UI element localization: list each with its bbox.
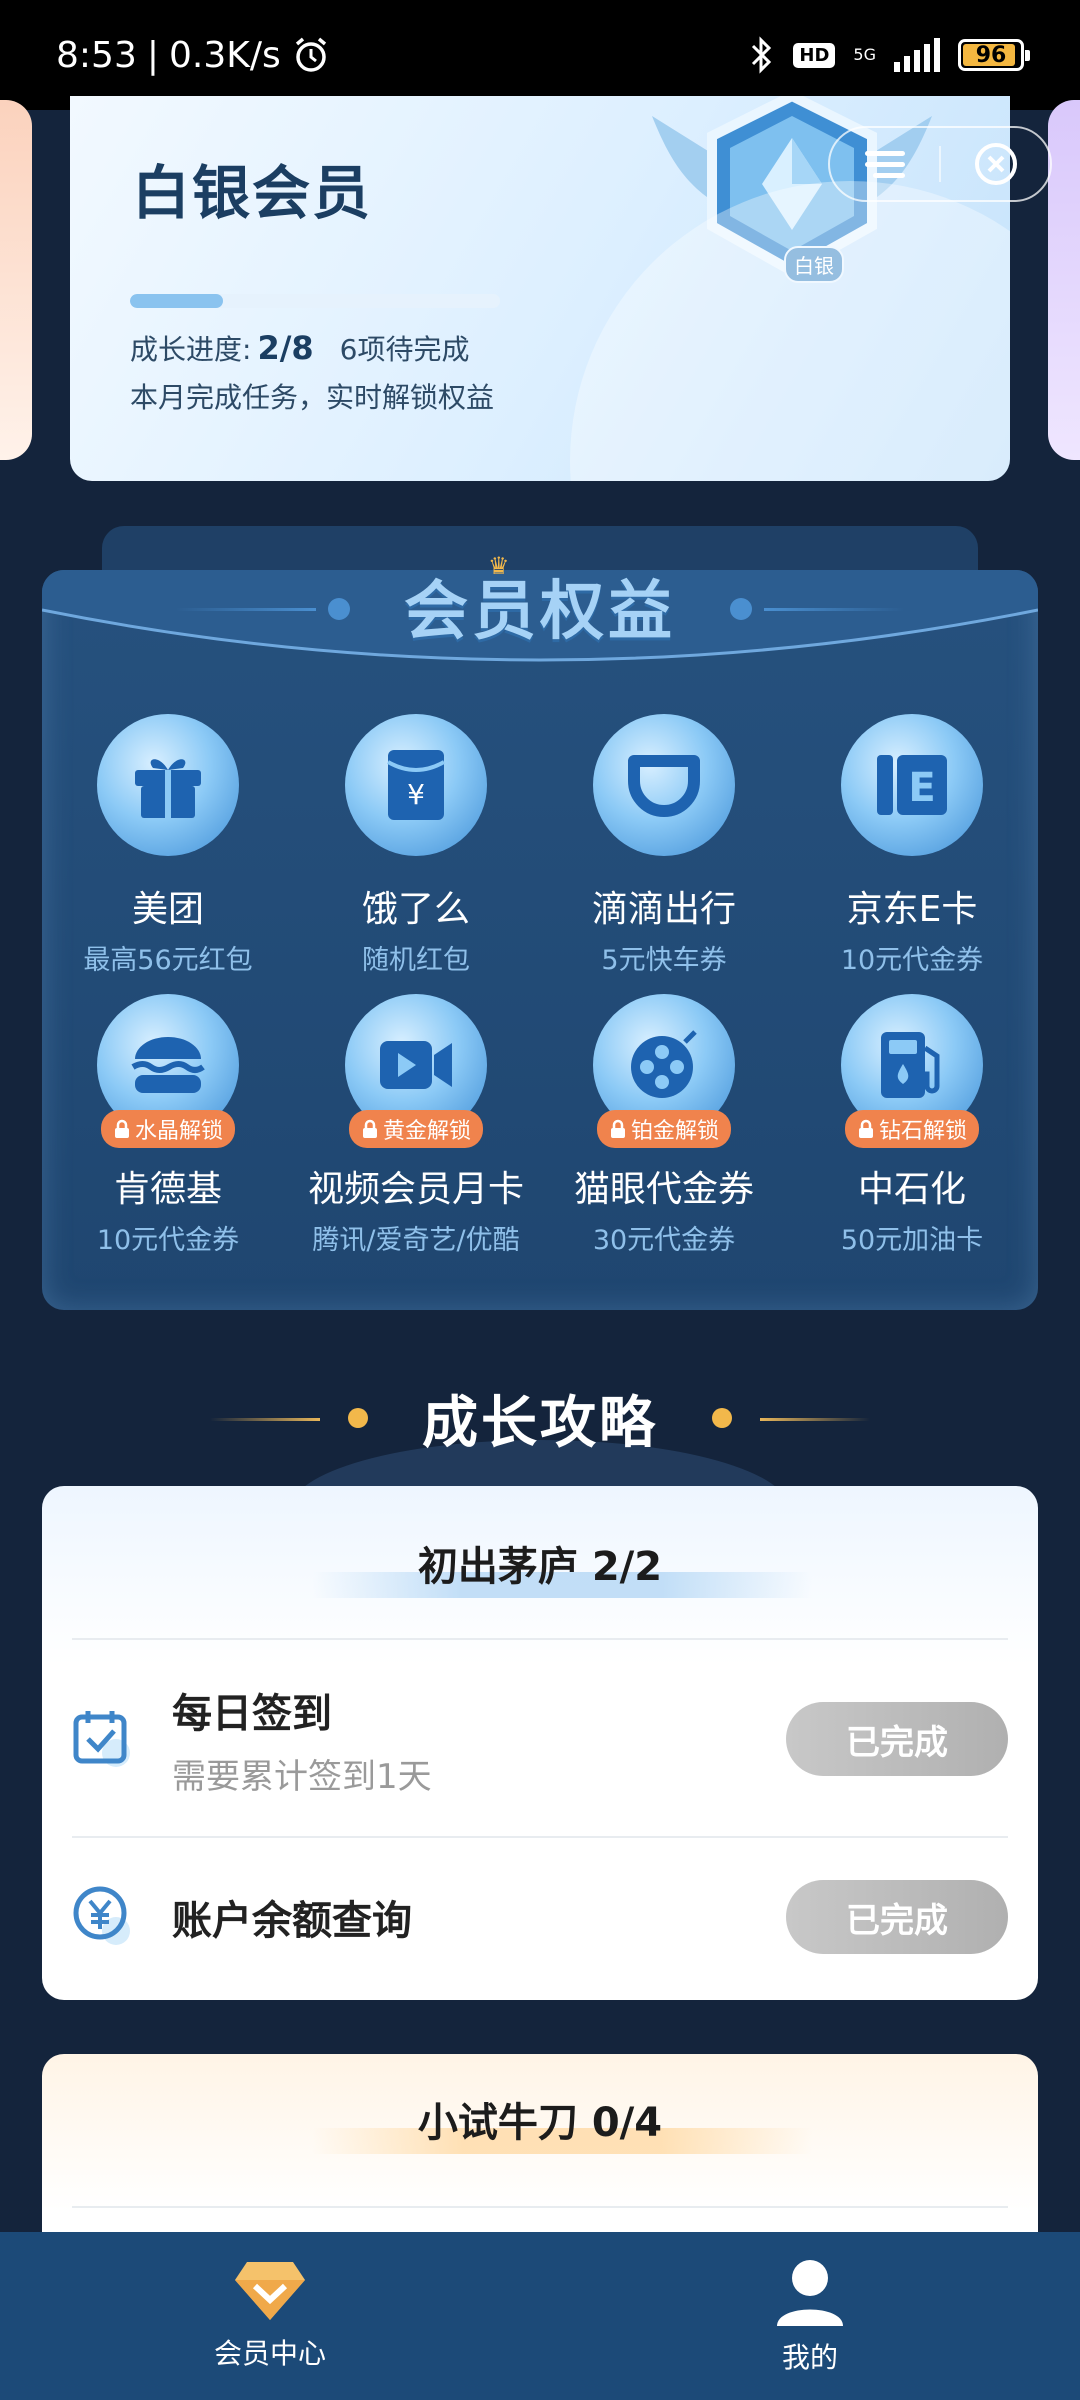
growth-title: 成长攻略 — [422, 1391, 658, 1456]
hd-badge: HD — [793, 42, 836, 68]
close-button[interactable] — [941, 128, 1050, 200]
svg-text:¥: ¥ — [407, 778, 425, 811]
benefit-desc: 10元代金券 — [96, 1225, 240, 1256]
growth-progress-fill — [130, 294, 223, 308]
benefit-name: 京东E卡 — [846, 889, 978, 930]
burger-icon — [131, 1037, 205, 1093]
benefit-desc: 最高56元红包 — [83, 945, 253, 976]
benefit-desc: 10元代金券 — [840, 945, 984, 976]
progress-value: 2/8 — [257, 329, 314, 367]
film-reel-icon — [631, 1030, 697, 1098]
lock-icon — [858, 1119, 873, 1138]
benefit-kfc[interactable]: 水晶解锁 肯德基 10元代金券 — [44, 994, 292, 1257]
lock-icon — [610, 1119, 625, 1138]
task-done-button[interactable]: 已完成 — [786, 1702, 1008, 1776]
benefits-title: 会员权益 — [404, 575, 676, 649]
benefit-name: 肯德基 — [113, 1169, 222, 1210]
benefit-jd-ecard[interactable]: E 京东E卡 10元代金券 — [788, 714, 1036, 977]
task-row-balance-query: 账户余额查询 已完成 — [72, 1842, 1008, 1992]
lock-badge: 钻石解锁 — [844, 1110, 980, 1148]
status-net-speed: 0.3K/s — [168, 34, 281, 76]
benefit-sinopec[interactable]: 钻石解锁 中石化 50元加油卡 — [788, 994, 1036, 1257]
benefit-name: 饿了么 — [361, 889, 470, 930]
growth-progress-text: 成长进度: 2/8 6项待完成 — [130, 328, 469, 368]
calendar-check-icon — [73, 1711, 130, 1767]
more-menu-button[interactable] — [830, 128, 939, 200]
task-done-button[interactable]: 已完成 — [786, 1880, 1008, 1954]
bluetooth-icon — [752, 36, 772, 74]
lock-badge: 水晶解锁 — [100, 1110, 236, 1148]
signal-icon — [894, 38, 940, 72]
task-name: 每日签到 — [172, 1690, 332, 1737]
badge-label: 白银 — [784, 246, 844, 283]
benefit-name: 猫眼代金券 — [573, 1169, 754, 1210]
benefit-name: 视频会员月卡 — [307, 1169, 524, 1210]
benefit-desc: 50元加油卡 — [840, 1225, 984, 1256]
network-type: 5G — [853, 45, 876, 64]
nav-label: 会员中心 — [213, 2337, 326, 2370]
benefit-desc: 腾讯/爱奇艺/优酷 — [312, 1225, 520, 1256]
benefit-desc: 30元代金券 — [592, 1225, 736, 1256]
member-level-title: 白银会员 — [132, 159, 373, 227]
growth-progress-bar — [130, 294, 500, 308]
task-row-daily-checkin: 每日签到 需要累计签到1天 已完成 — [72, 1664, 1008, 1814]
task-name: 账户余额查询 — [172, 1898, 412, 1944]
video-camera-icon — [380, 1041, 452, 1089]
lock-badge: 铂金解锁 — [596, 1110, 732, 1148]
fuel-pump-icon — [881, 1032, 940, 1098]
benefit-desc: 5元快车券 — [601, 945, 727, 976]
yuan-coin-icon — [73, 1886, 130, 1945]
pending-count: 6项待完成 — [339, 333, 470, 366]
task-desc: 需要累计签到1天 — [172, 1756, 432, 1797]
task-group-card: 初出茅庐 2/2 每日签到 需要累计签到1天 已完成 账户余额查询 已完成 — [42, 1486, 1038, 2000]
bottom-nav: 会员中心 我的 — [0, 2232, 1080, 2400]
didi-icon — [628, 755, 700, 817]
lock-icon — [114, 1119, 129, 1138]
benefit-meituan[interactable]: 美团 最高56元红包 — [44, 714, 292, 977]
benefit-name: 美团 — [131, 889, 204, 930]
status-time: 8:53 — [56, 34, 137, 76]
benefit-name: 中石化 — [857, 1169, 966, 1210]
benefit-maoyan[interactable]: 铂金解锁 猫眼代金券 30元代金券 — [540, 994, 788, 1257]
red-packet-icon: ¥ — [387, 750, 445, 820]
benefit-name: 滴滴出行 — [591, 889, 736, 930]
benefit-didi[interactable]: 滴滴出行 5元快车券 — [540, 714, 788, 977]
svg-text:E: E — [908, 765, 935, 811]
progress-label: 成长进度: — [130, 333, 252, 366]
gift-icon — [135, 759, 201, 818]
task-group-title: 初出茅庐 2/2 — [417, 1544, 663, 1590]
benefit-video-vip[interactable]: 黄金解锁 视频会员月卡 腾讯/爱奇艺/优酷 — [292, 994, 540, 1257]
lock-badge: 黄金解锁 — [348, 1110, 484, 1148]
prev-level-card-peek[interactable] — [0, 100, 32, 460]
next-level-card-peek[interactable] — [1048, 100, 1080, 460]
close-icon — [974, 143, 1017, 185]
progress-tip: 本月完成任务，实时解锁权益 — [130, 381, 495, 414]
task-group-title: 小试牛刀 0/4 — [417, 2100, 663, 2146]
menu-icon — [864, 151, 905, 178]
diamond-icon — [235, 2262, 305, 2320]
mini-program-capsule — [828, 126, 1052, 202]
battery-icon: 96 — [958, 39, 1030, 71]
benefit-eleme[interactable]: ¥ 饿了么 随机红包 — [292, 714, 540, 977]
nav-member-center[interactable]: 会员中心 — [0, 2232, 540, 2400]
status-bar: 8:53 | 0.3K/s HD 5G 96 — [0, 0, 1080, 110]
alarm-icon — [295, 37, 326, 72]
nav-label: 我的 — [781, 2341, 838, 2374]
lock-icon — [362, 1119, 377, 1138]
nav-mine[interactable]: 我的 — [540, 2232, 1080, 2400]
e-card-icon: E — [877, 755, 947, 815]
benefit-desc: 随机红包 — [362, 945, 470, 976]
user-icon — [777, 2260, 843, 2326]
